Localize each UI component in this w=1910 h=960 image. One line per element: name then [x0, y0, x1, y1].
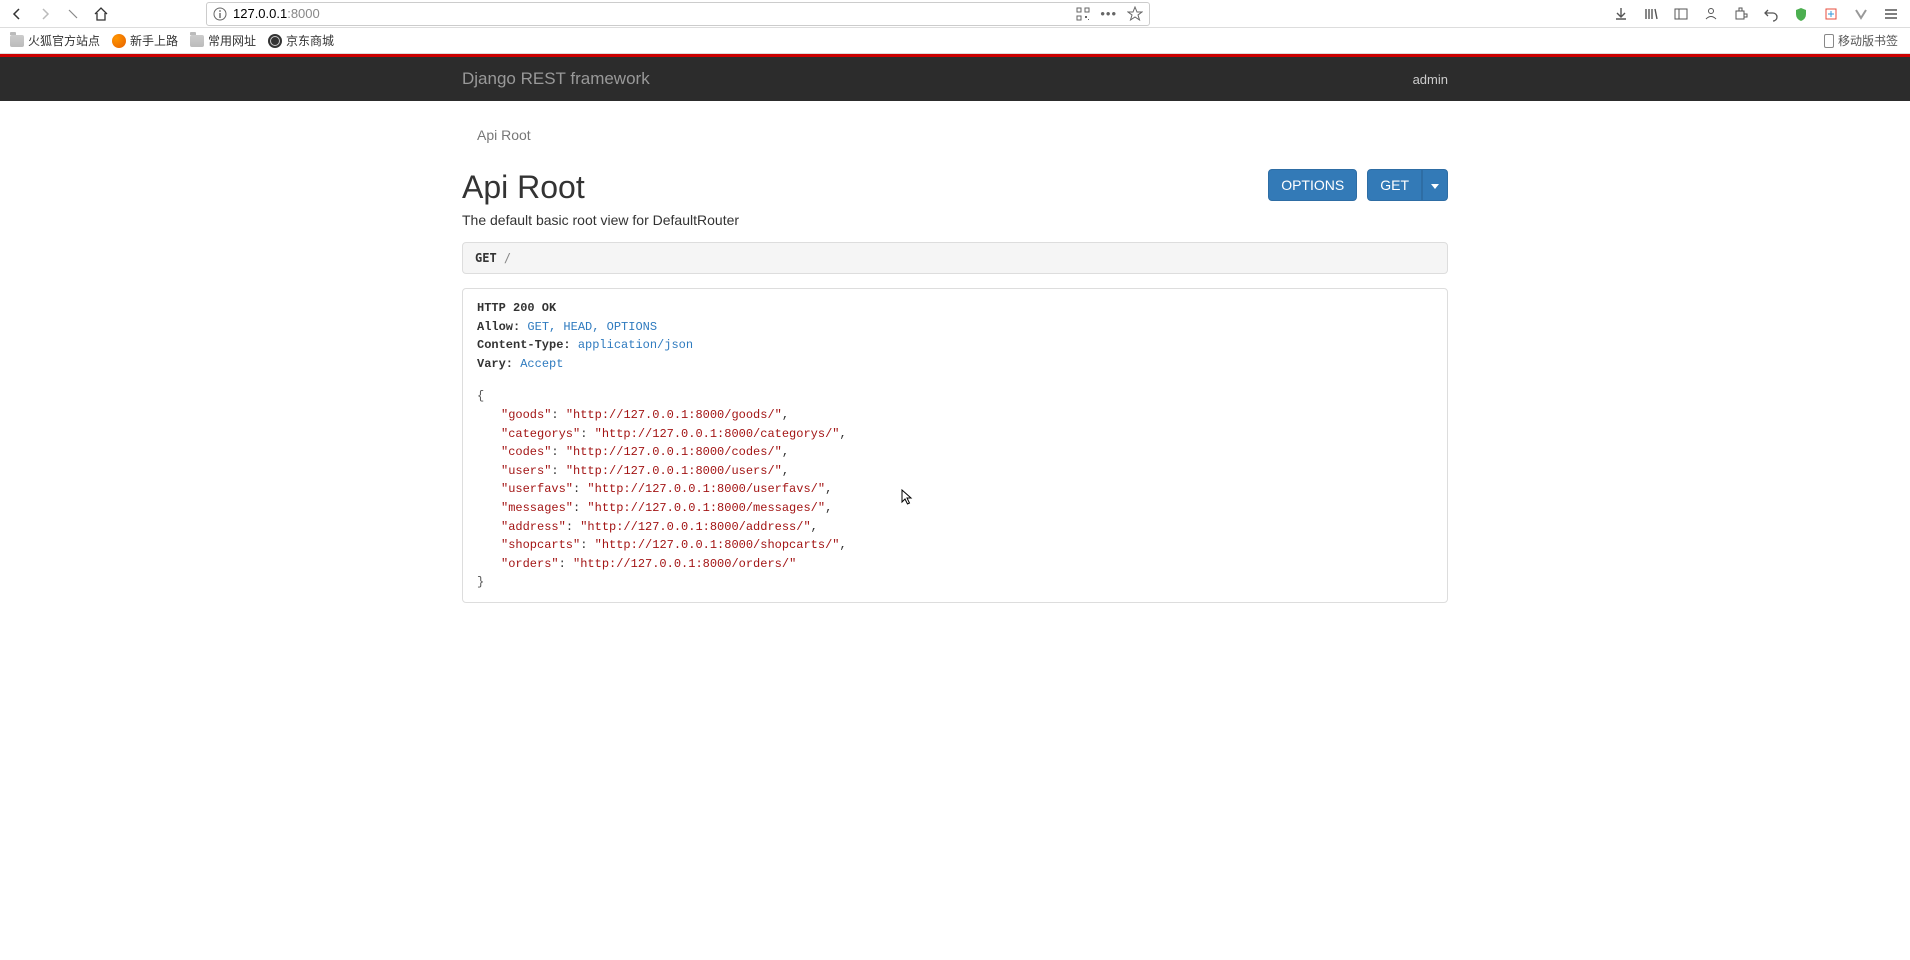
folder-icon [190, 35, 204, 47]
json-entry: "categorys": "http://127.0.0.1:8000/cate… [477, 425, 1433, 444]
bookmark-item[interactable]: 火狐官方站点 [4, 32, 106, 49]
bookmark-label: 火狐官方站点 [28, 32, 100, 49]
json-entry: "address": "http://127.0.0.1:8000/addres… [477, 518, 1433, 537]
response-box: HTTP 200 OK Allow: GET, HEAD, OPTIONSCon… [462, 288, 1448, 603]
url-text: 127.0.0.1:8000 [233, 6, 320, 21]
breadcrumb-item[interactable]: Api Root [477, 127, 531, 143]
bookmarks-bar: 火狐官方站点 新手上路 常用网址 京东商城 移动版书签 [0, 28, 1910, 54]
request-path: / [504, 251, 511, 265]
options-button[interactable]: OPTIONS [1268, 169, 1357, 201]
api-link[interactable]: http://127.0.0.1:8000/userfavs/ [595, 482, 818, 496]
mobile-icon [1824, 34, 1834, 48]
library-icon[interactable] [1642, 5, 1660, 23]
drf-navbar: Django REST framework admin [0, 57, 1910, 101]
response-status: HTTP 200 OK [477, 299, 1433, 318]
response-body: { "goods": "http://127.0.0.1:8000/goods/… [477, 387, 1433, 592]
home-button[interactable] [88, 1, 114, 27]
downloads-icon[interactable] [1612, 5, 1630, 23]
bookmark-star-icon[interactable] [1127, 6, 1143, 22]
api-link[interactable]: http://127.0.0.1:8000/orders/ [580, 557, 789, 571]
get-button[interactable]: GET [1367, 169, 1422, 201]
shield-icon[interactable] [1792, 5, 1810, 23]
response-header: Allow: GET, HEAD, OPTIONS [477, 318, 1433, 337]
mobile-bookmarks[interactable]: 移动版书签 [1824, 32, 1906, 49]
toolbar-icons [1606, 5, 1906, 23]
menu-icon[interactable] [1882, 5, 1900, 23]
api-link[interactable]: http://127.0.0.1:8000/shopcarts/ [602, 538, 832, 552]
page-actions-icon[interactable]: ••• [1100, 6, 1117, 21]
account-icon[interactable] [1702, 5, 1720, 23]
folder-icon [10, 35, 24, 47]
bookmark-item[interactable]: 京东商城 [262, 32, 340, 49]
response-header: Content-Type: application/json [477, 336, 1433, 355]
browser-nav-bar: 127.0.0.1:8000 ••• [0, 0, 1910, 28]
sidebar-icon[interactable] [1672, 5, 1690, 23]
json-entry: "goods": "http://127.0.0.1:8000/goods/", [477, 406, 1433, 425]
api-link[interactable]: http://127.0.0.1:8000/goods/ [573, 408, 775, 422]
page-content: Api Root Api Root OPTIONS GET The defaul… [447, 101, 1463, 618]
v-icon[interactable] [1852, 5, 1870, 23]
response-header: Vary: Accept [477, 355, 1433, 374]
api-link[interactable]: http://127.0.0.1:8000/address/ [587, 520, 803, 534]
reload-button[interactable] [60, 1, 86, 27]
bookmark-label: 常用网址 [208, 32, 256, 49]
forward-button[interactable] [32, 1, 58, 27]
json-entry: "users": "http://127.0.0.1:8000/users/", [477, 462, 1433, 481]
json-entry: "messages": "http://127.0.0.1:8000/messa… [477, 499, 1433, 518]
extensions-icon[interactable] [1732, 5, 1750, 23]
back-button[interactable] [4, 1, 30, 27]
request-method: GET [475, 251, 497, 265]
firefox-icon [112, 34, 126, 48]
breadcrumb: Api Root [462, 119, 1448, 151]
api-link[interactable]: http://127.0.0.1:8000/messages/ [595, 501, 818, 515]
bookmark-item[interactable]: 常用网址 [184, 32, 262, 49]
bookmark-label: 京东商城 [286, 32, 334, 49]
drf-user-link[interactable]: admin [1413, 72, 1448, 87]
get-dropdown-button[interactable] [1422, 169, 1448, 201]
clip-icon[interactable] [1822, 5, 1840, 23]
caret-down-icon [1431, 184, 1439, 189]
api-link[interactable]: http://127.0.0.1:8000/users/ [573, 464, 775, 478]
page-title: Api Root [462, 169, 585, 206]
bookmark-item[interactable]: 新手上路 [106, 32, 184, 49]
api-link[interactable]: http://127.0.0.1:8000/categorys/ [602, 427, 832, 441]
bookmark-label: 新手上路 [130, 32, 178, 49]
undo-close-icon[interactable] [1762, 5, 1780, 23]
json-entry: "userfavs": "http://127.0.0.1:8000/userf… [477, 480, 1433, 499]
json-entry: "orders": "http://127.0.0.1:8000/orders/… [477, 555, 1433, 574]
json-entry: "codes": "http://127.0.0.1:8000/codes/", [477, 443, 1433, 462]
info-icon[interactable] [213, 7, 227, 21]
json-entry: "shopcarts": "http://127.0.0.1:8000/shop… [477, 536, 1433, 555]
drf-brand-link[interactable]: Django REST framework [462, 69, 650, 89]
qr-icon[interactable] [1076, 7, 1090, 21]
page-subtitle: The default basic root view for DefaultR… [462, 212, 1448, 228]
request-line: GET / [462, 242, 1448, 274]
jd-icon [268, 34, 282, 48]
url-bar[interactable]: 127.0.0.1:8000 ••• [206, 2, 1150, 26]
api-link[interactable]: http://127.0.0.1:8000/codes/ [573, 445, 775, 459]
